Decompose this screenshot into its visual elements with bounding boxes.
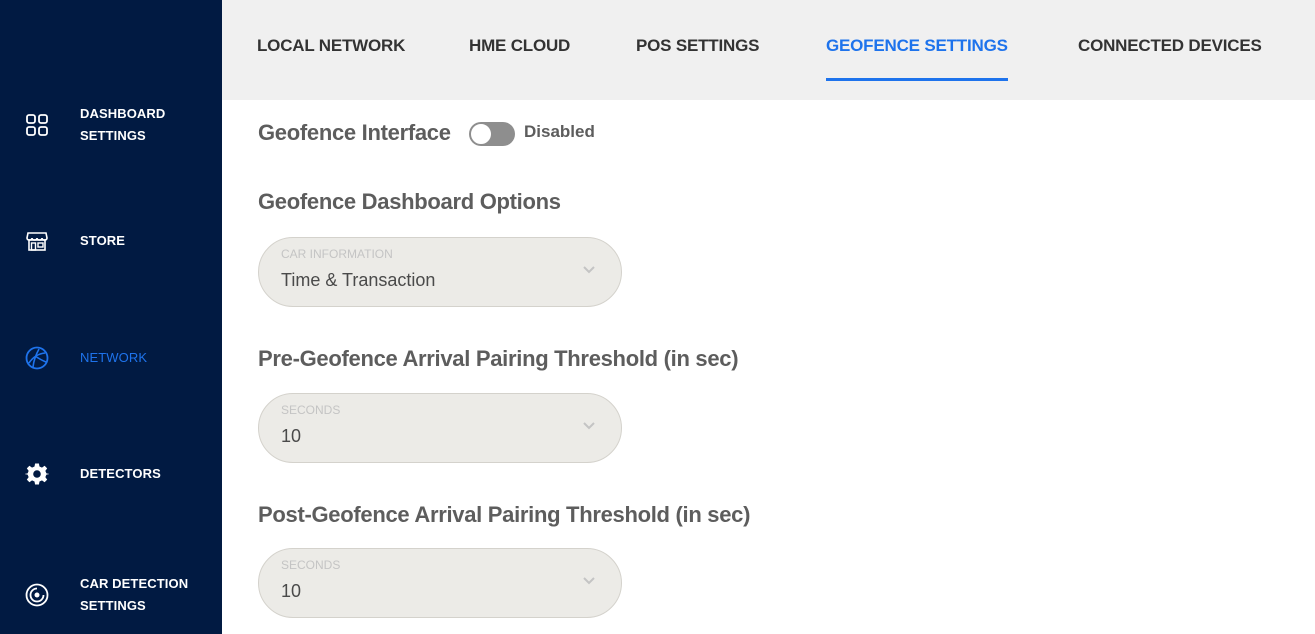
sidebar-item-label: STORE xyxy=(80,233,126,248)
sidebar: DASHBOARD SETTINGS STORE NETWORK DETECTO… xyxy=(0,0,222,634)
toggle-knob xyxy=(470,123,492,145)
tab-pos-settings[interactable]: POS SETTINGS xyxy=(636,36,759,84)
pre-threshold-select[interactable]: SECONDS 10 xyxy=(258,393,622,463)
geofence-interface-label: Geofence Interface xyxy=(258,120,451,145)
select-value: 10 xyxy=(281,426,302,446)
tab-geofence-settings[interactable]: GEOFENCE SETTINGS xyxy=(826,36,1008,84)
sidebar-item-label: DETECTORS xyxy=(80,466,161,481)
dashboard-grid-icon xyxy=(25,113,49,137)
dashboard-options-title: Geofence Dashboard Options xyxy=(258,189,561,214)
sidebar-item-label: NETWORK xyxy=(80,350,148,365)
sidebar-item-car-detection-settings[interactable]: CAR DETECTION SETTINGS xyxy=(0,560,222,630)
sidebar-item-dashboard-settings[interactable]: DASHBOARD SETTINGS xyxy=(0,90,222,160)
select-value: 10 xyxy=(281,581,302,601)
select-caption: CAR INFORMATION xyxy=(281,247,393,261)
chevron-down-icon xyxy=(583,422,595,430)
select-caption: SECONDS xyxy=(281,558,341,572)
chevron-down-icon xyxy=(583,577,595,585)
sidebar-item-detectors[interactable]: DETECTORS xyxy=(0,439,222,509)
select-value: Time & Transaction xyxy=(281,270,436,290)
geofence-interface-toggle[interactable] xyxy=(469,122,515,146)
post-threshold-title: Post-Geofence Arrival Pairing Threshold … xyxy=(258,502,751,527)
car-information-select[interactable]: CAR INFORMATION Time & Transaction xyxy=(258,237,622,307)
tab-bar: LOCAL NETWORK HME CLOUD POS SETTINGS GEO… xyxy=(222,0,1315,100)
select-caption: SECONDS xyxy=(281,403,341,417)
store-icon xyxy=(25,229,49,253)
tab-hme-cloud[interactable]: HME CLOUD xyxy=(469,36,570,84)
pre-threshold-title: Pre-Geofence Arrival Pairing Threshold (… xyxy=(258,346,739,371)
post-threshold-select[interactable]: SECONDS 10 xyxy=(258,548,622,618)
network-globe-icon xyxy=(25,346,49,370)
tab-connected-devices[interactable]: CONNECTED DEVICES xyxy=(1078,36,1262,84)
radar-target-icon xyxy=(25,583,49,607)
geofence-interface-status: Disabled xyxy=(524,122,595,141)
sidebar-item-network[interactable]: NETWORK xyxy=(0,323,222,393)
sidebar-item-store[interactable]: STORE xyxy=(0,206,222,276)
sidebar-item-label: DASHBOARD SETTINGS xyxy=(80,106,166,143)
sidebar-item-label: CAR DETECTION SETTINGS xyxy=(80,576,189,613)
gear-icon xyxy=(25,462,49,486)
tab-local-network[interactable]: LOCAL NETWORK xyxy=(257,36,405,84)
chevron-down-icon xyxy=(583,266,595,274)
